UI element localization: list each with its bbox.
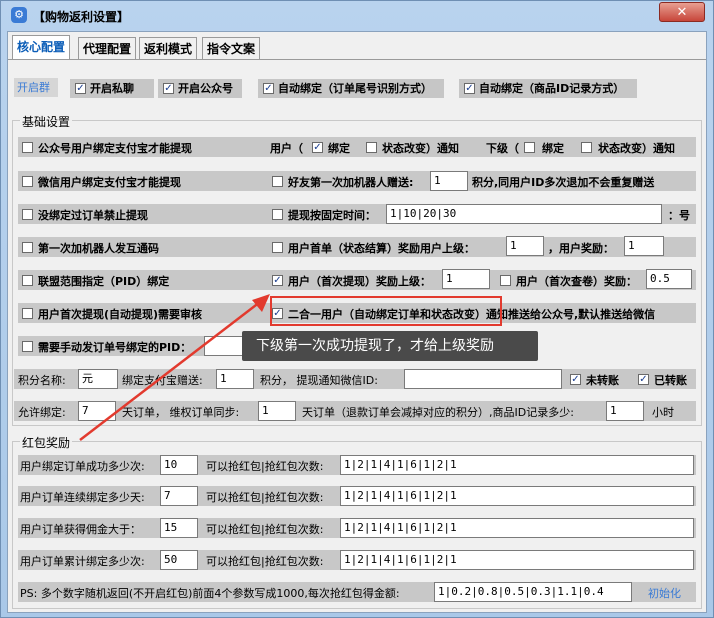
app-icon: ⚙ — [11, 7, 27, 23]
close-button[interactable]: ✕ — [659, 2, 705, 22]
settings-window: ⚙ 【购物返利设置】 ✕ 核心配置 代理配置 返利模式 指令文案 开启群 ✓ 开… — [0, 0, 714, 618]
annotation-arrow-icon — [79, 294, 270, 441]
client-area: 核心配置 代理配置 返利模式 指令文案 开启群 ✓ 开启私聊 ✓ 开启公众号 ✓… — [7, 31, 707, 613]
title-bar: ⚙ 【购物返利设置】 ✕ — [1, 1, 713, 31]
annotation-tooltip: 下级第一次成功提现了，才给上级奖励 — [242, 331, 538, 361]
window-title: 【购物返利设置】 — [33, 10, 130, 24]
